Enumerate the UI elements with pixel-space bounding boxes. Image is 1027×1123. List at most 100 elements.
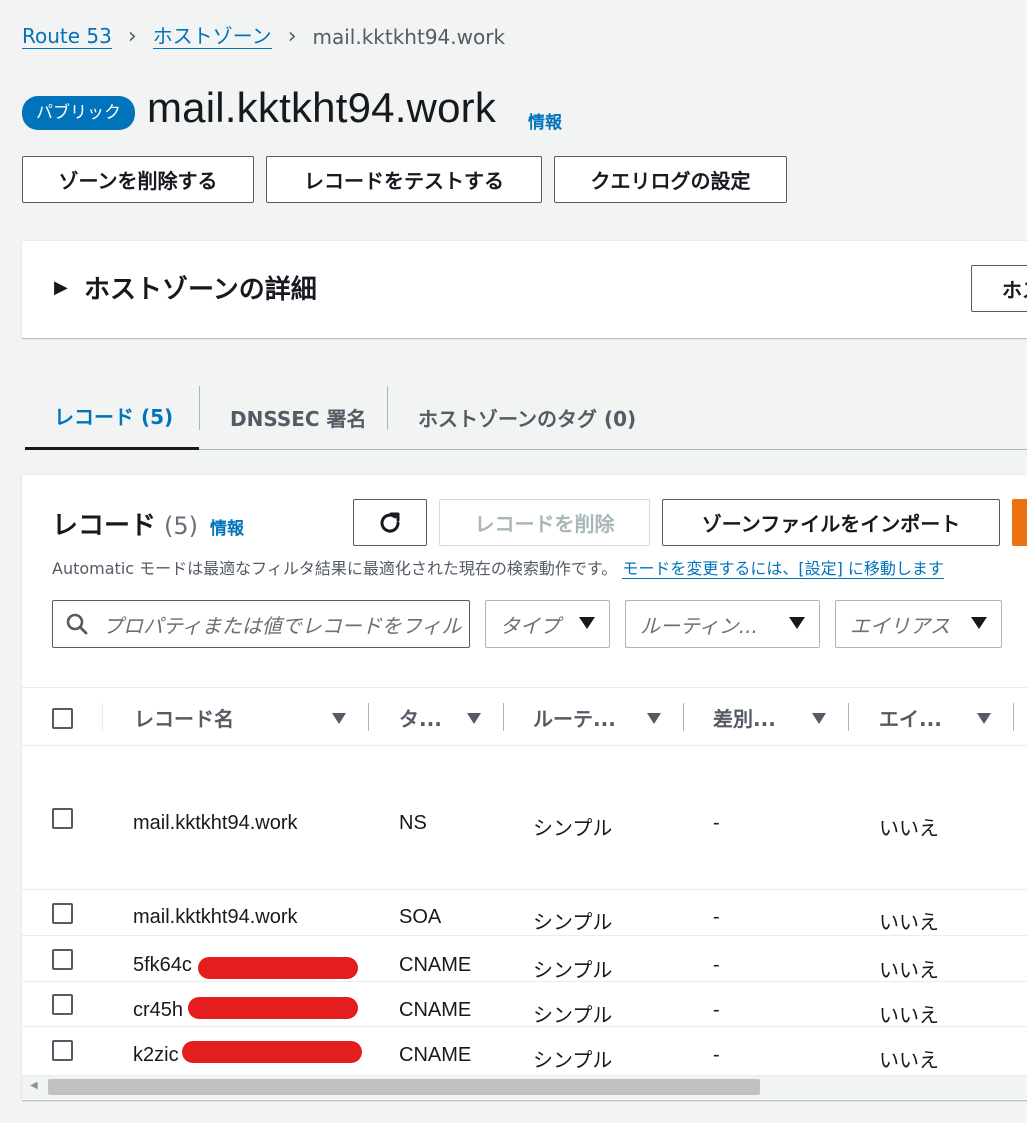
caret-down-icon — [789, 617, 805, 629]
record-differentiator: - — [713, 812, 720, 834]
column-header-alias[interactable]: エイ... — [879, 703, 942, 732]
sort-icon[interactable] — [647, 713, 661, 724]
type-filter-label: タイプ — [500, 613, 560, 638]
record-routing: シンプル — [533, 912, 613, 934]
column-separator[interactable] — [503, 703, 504, 731]
scroll-left-icon[interactable]: ◀ — [30, 1080, 38, 1091]
record-type: NS — [399, 812, 427, 834]
row-checkbox[interactable] — [52, 994, 73, 1015]
search-input[interactable]: プロパティまたは値でレコードをフィルタリング — [52, 600, 470, 648]
caret-right-icon[interactable]: ▶ — [54, 277, 68, 298]
record-name: mail.kktkht94.work — [133, 906, 298, 928]
record-type: CNAME — [399, 954, 472, 976]
column-header-record-name[interactable]: レコード名 — [134, 703, 234, 732]
table-row[interactable]: k2zic CNAME シンプル - いいえ — [22, 1027, 1027, 1073]
breadcrumb-hosted-zones-link[interactable]: ホストゾーン — [152, 24, 272, 49]
sort-icon[interactable] — [977, 713, 991, 724]
select-all-checkbox[interactable] — [52, 708, 73, 729]
record-alias: いいえ — [879, 960, 939, 982]
column-separator[interactable] — [848, 703, 849, 731]
horizontal-scrollbar[interactable]: ◀ — [22, 1075, 1027, 1099]
tab-dnssec[interactable]: DNSSEC 署名 — [230, 384, 367, 450]
column-separator[interactable] — [683, 703, 684, 731]
details-title[interactable]: ホストゾーンの詳細 — [84, 269, 317, 306]
column-header-type[interactable]: タ... — [399, 703, 442, 732]
type-filter-select[interactable]: タイプ — [485, 600, 610, 648]
column-separator[interactable] — [368, 703, 369, 731]
import-zone-file-button[interactable]: ゾーンファイルをインポート — [662, 499, 1000, 546]
redaction-mark — [198, 957, 358, 979]
table-row[interactable]: mail.kktkht94.work NS シンプル - いいえ — [22, 746, 1027, 890]
tab-bar: レコード (5) DNSSEC 署名 ホストゾーンのタグ (0) — [25, 384, 1027, 450]
record-alias: いいえ — [879, 818, 939, 840]
record-differentiator: - — [713, 1044, 720, 1066]
breadcrumb: Route 53 › ホストゾーン › mail.kktkht94.work — [22, 24, 505, 49]
edit-zone-button[interactable]: ホス — [971, 265, 1027, 312]
breadcrumb-current: mail.kktkht94.work — [312, 24, 506, 49]
column-separator[interactable] — [1013, 703, 1014, 731]
test-record-button[interactable]: レコードをテストする — [266, 156, 542, 203]
records-count: (5) — [164, 512, 199, 540]
records-info-link[interactable]: 情報 — [210, 514, 244, 539]
page-title: mail.kktkht94.work — [147, 84, 497, 131]
column-separator — [102, 703, 103, 731]
record-type: CNAME — [399, 999, 472, 1021]
alias-filter-label: エイリアス — [850, 613, 950, 638]
delete-record-button[interactable]: レコードを削除 — [439, 499, 650, 546]
scrollbar-thumb[interactable] — [48, 1079, 760, 1095]
sort-icon[interactable] — [812, 713, 826, 724]
tab-divider — [387, 386, 388, 430]
chevron-right-icon: › — [127, 24, 137, 49]
tab-tags[interactable]: ホストゾーンのタグ (0) — [418, 384, 636, 450]
tab-divider — [199, 386, 200, 430]
refresh-button[interactable] — [353, 499, 427, 546]
record-differentiator: - — [713, 999, 720, 1021]
delete-zone-button[interactable]: ゾーンを削除する — [22, 156, 254, 203]
info-link[interactable]: 情報 — [528, 108, 562, 133]
sort-icon[interactable] — [467, 713, 481, 724]
record-alias: いいえ — [879, 912, 939, 934]
record-name: cr45h — [133, 999, 184, 1021]
routing-filter-label: ルーティン... — [640, 613, 758, 638]
hosted-zone-details-panel: ▶ ホストゾーンの詳細 ホス — [22, 240, 1027, 338]
record-name: 5fk64c — [133, 954, 192, 976]
records-header: レコード (5) 情報 — [52, 505, 244, 542]
redaction-mark — [188, 997, 358, 1019]
record-alias: いいえ — [879, 1050, 939, 1072]
table-row[interactable]: cr45h CNAME シンプル - いいえ — [22, 982, 1027, 1027]
change-mode-link[interactable]: モードを変更するには、[設定] に移動します — [622, 559, 944, 579]
records-panel: レコード (5) 情報 レコードを削除 ゾーンファイルをインポート Automa… — [22, 474, 1027, 1100]
record-routing: シンプル — [533, 1050, 613, 1072]
record-name: mail.kktkht94.work — [133, 812, 298, 834]
row-checkbox[interactable] — [52, 903, 73, 924]
refresh-icon — [380, 512, 400, 532]
table-row[interactable]: 5fk64c CNAME シンプル - いいえ — [22, 936, 1027, 982]
breadcrumb-route53-link[interactable]: Route 53 — [22, 24, 112, 49]
row-checkbox[interactable] — [52, 949, 73, 970]
chevron-right-icon: › — [287, 24, 297, 49]
hint-text: Automatic モードは最適なフィルタ結果に最適化された現在の検索動作です。 — [52, 559, 618, 578]
record-routing: シンプル — [533, 818, 613, 840]
search-mode-hint: Automatic モードは最適なフィルタ結果に最適化された現在の検索動作です。… — [52, 555, 944, 579]
column-header-differentiator[interactable]: 差別... — [713, 703, 776, 732]
record-name: k2zic — [133, 1044, 179, 1066]
record-differentiator: - — [713, 906, 720, 928]
record-type: CNAME — [399, 1044, 472, 1066]
sort-icon[interactable] — [332, 713, 346, 724]
table-row[interactable]: mail.kktkht94.work SOA シンプル - いいえ — [22, 890, 1027, 936]
row-checkbox[interactable] — [52, 1040, 73, 1061]
record-type: SOA — [399, 906, 442, 928]
routing-filter-select[interactable]: ルーティン... — [625, 600, 820, 648]
create-record-button[interactable] — [1012, 499, 1027, 546]
tab-records[interactable]: レコード (5) — [25, 384, 199, 450]
public-badge: パブリック — [22, 96, 135, 130]
record-alias: いいえ — [879, 1005, 939, 1027]
query-log-button[interactable]: クエリログの設定 — [554, 156, 787, 203]
column-header-routing[interactable]: ルーテ... — [533, 703, 616, 732]
caret-down-icon — [579, 617, 595, 629]
alias-filter-select[interactable]: エイリアス — [835, 600, 1002, 648]
records-title: レコード — [52, 511, 157, 541]
row-checkbox[interactable] — [52, 808, 73, 829]
table-header: レコード名 タ... ルーテ... 差別... エイ... — [22, 687, 1027, 746]
search-placeholder: プロパティまたは値でレコードをフィルタリング — [103, 613, 463, 638]
